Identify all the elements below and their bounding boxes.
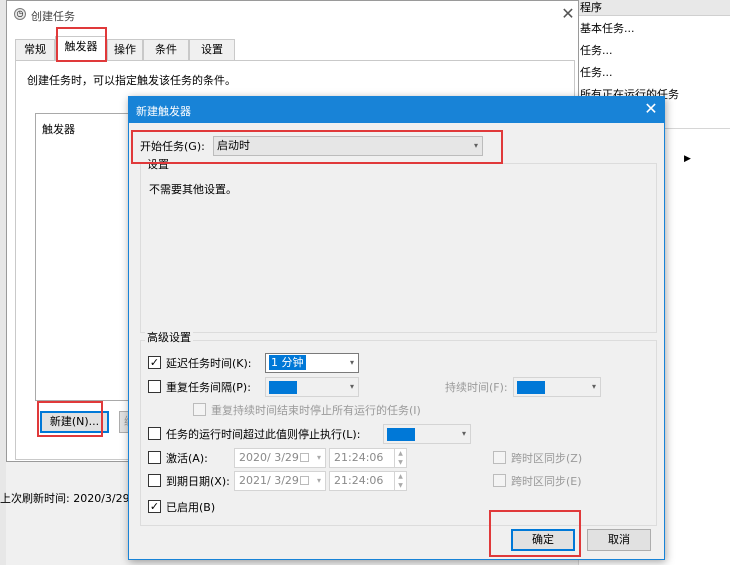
close-icon[interactable]: ✕ [558, 5, 578, 25]
new-trigger-dialog: 新建触发器 ✕ 开始任务(G): 启动时 ▾ 设置 不需要其他设置。 高级设置 … [128, 96, 665, 560]
duration-value [517, 380, 545, 394]
annotation-box-triggers-tab [56, 27, 107, 62]
calendar-icon [300, 476, 309, 485]
spin-updown-icon[interactable]: ▲ ▼ [394, 472, 406, 490]
expire-sync-timezone-checkbox[interactable] [493, 474, 506, 487]
annotation-box-ok-button [489, 510, 581, 557]
activate-date-picker[interactable]: 2020/ 3/29 ▾ [234, 448, 326, 468]
delay-value: 1 分钟 [269, 355, 306, 370]
delay-label: 延迟任务时间(K): [166, 357, 252, 370]
repeat-interval-select[interactable]: ▾ [265, 377, 359, 397]
delay-select[interactable]: 1 分钟 ▾ [265, 353, 359, 373]
chevron-down-icon: ▾ [349, 382, 354, 391]
activate-checkbox[interactable] [148, 451, 161, 464]
activate-date-value: 2020/ 3/29 [239, 451, 299, 464]
activate-label: 激活(A): [166, 452, 208, 465]
submenu-arrow-icon[interactable]: ▶ [684, 154, 691, 164]
trigger-list-header[interactable]: 触发器 [42, 121, 75, 137]
expire-time-value: 21:24:06 [334, 474, 384, 487]
action-create-task[interactable]: 任务... [580, 42, 613, 60]
tab-actions[interactable]: 操作 [107, 39, 143, 61]
chevron-down-icon: ▾ [591, 382, 596, 391]
chevron-down-icon: ▾ [349, 358, 354, 367]
action-import-task[interactable]: 任务... [580, 64, 613, 82]
annotation-box-begin-task [131, 130, 503, 164]
actions-panel-header: 程序 [578, 0, 730, 16]
repeat-interval-value [269, 380, 297, 394]
tab-general[interactable]: 常规 [15, 39, 55, 61]
expire-label: 到期日期(X): [166, 475, 230, 488]
new-trigger-titlebar[interactable]: 新建触发器 ✕ [129, 97, 664, 123]
last-refresh-status: 上次刷新时间: 2020/3/29 2 [0, 492, 141, 505]
advanced-settings-legend: 高级设置 [145, 329, 193, 345]
dialog-close-icon[interactable]: ✕ [640, 99, 662, 121]
duration-select[interactable]: ▾ [513, 377, 601, 397]
expire-time-input[interactable]: 21:24:06 ▲ ▼ [329, 471, 407, 491]
create-task-title: 创建任务 [31, 10, 75, 23]
stop-if-longer-label: 任务的运行时间超过此值则停止执行(L): [166, 428, 361, 441]
triggers-description: 创建任务时，可以指定触发该任务的条件。 [27, 74, 236, 87]
tab-settings[interactable]: 设置 [189, 39, 235, 61]
activate-time-value: 21:24:06 [334, 451, 384, 464]
cancel-button[interactable]: 取消 [587, 529, 651, 551]
stop-if-longer-value [387, 427, 415, 441]
tab-conditions[interactable]: 条件 [143, 39, 189, 61]
settings-message: 不需要其他设置。 [149, 183, 237, 196]
stop-if-longer-select[interactable]: ▾ [383, 424, 471, 444]
create-task-titlebar[interactable]: ◷ 创建任务 ✕ [7, 1, 578, 29]
stop-all-running-checkbox[interactable] [193, 403, 206, 416]
new-trigger-title: 新建触发器 [136, 105, 191, 118]
stop-if-longer-checkbox[interactable] [148, 427, 161, 440]
stop-all-running-label: 重复持续时间结束时停止所有运行的任务(I) [211, 404, 421, 417]
activate-time-input[interactable]: 21:24:06 ▲ ▼ [329, 448, 407, 468]
duration-label: 持续时间(F): [445, 381, 508, 394]
expire-sync-timezone-label: 跨时区同步(E) [511, 475, 582, 488]
enabled-checkbox[interactable]: ✓ [148, 500, 161, 513]
expire-date-picker[interactable]: 2021/ 3/29 ▾ [234, 471, 326, 491]
chevron-down-icon: ▾ [316, 453, 321, 462]
repeat-label: 重复任务间隔(P): [166, 381, 251, 394]
spin-updown-icon[interactable]: ▲ ▼ [394, 449, 406, 467]
clock-icon: ◷ [14, 8, 26, 20]
activate-sync-timezone-checkbox[interactable] [493, 451, 506, 464]
expire-checkbox[interactable] [148, 474, 161, 487]
action-create-basic-task[interactable]: 基本任务... [580, 20, 635, 38]
repeat-checkbox[interactable] [148, 380, 161, 393]
activate-sync-timezone-label: 跨时区同步(Z) [511, 452, 583, 465]
chevron-down-icon: ▾ [461, 429, 466, 438]
annotation-box-new-button [37, 401, 103, 437]
calendar-icon [300, 453, 309, 462]
enabled-label: 已启用(B) [166, 501, 216, 514]
expire-date-value: 2021/ 3/29 [239, 474, 299, 487]
delay-checkbox[interactable]: ✓ [148, 356, 161, 369]
chevron-down-icon: ▾ [316, 476, 321, 485]
